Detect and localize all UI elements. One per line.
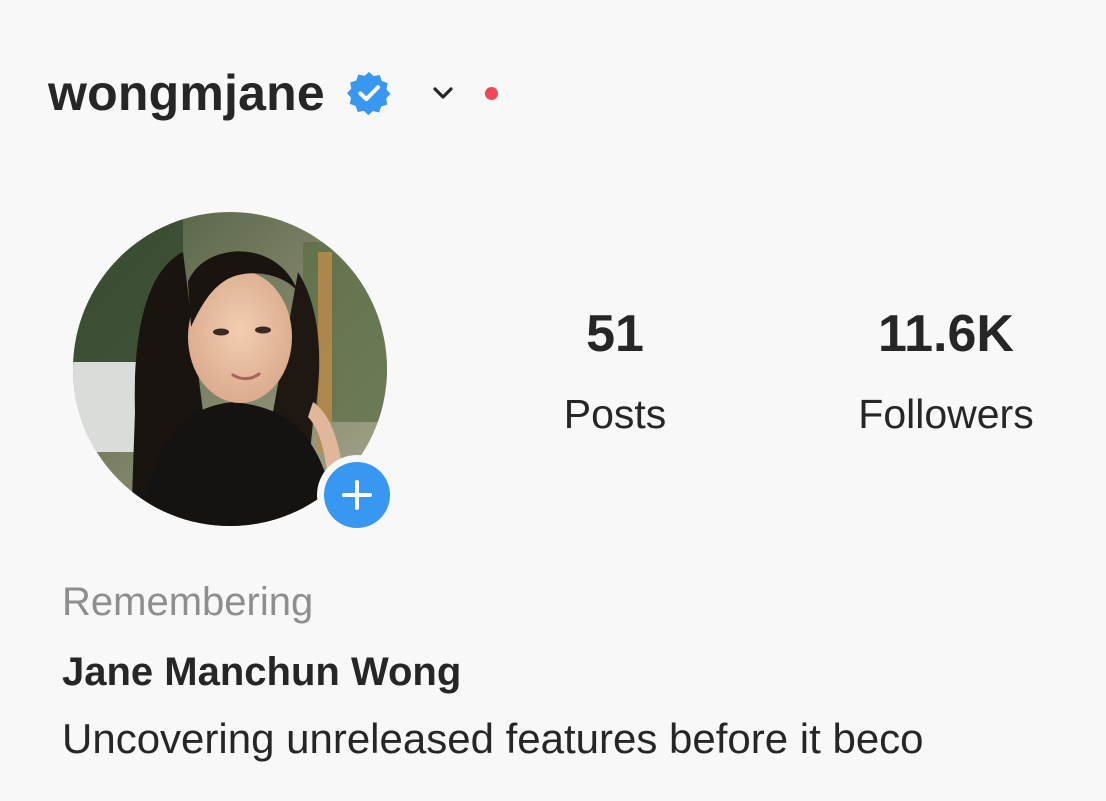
bio-text: Uncovering unreleased features before it… (62, 715, 924, 762)
username[interactable]: wongmjane (48, 68, 325, 118)
profile-screen: wongmjane 51 Posts 11.6K Followers Remem… (0, 0, 1106, 801)
verified-badge-icon (346, 71, 391, 115)
followers-label: Followers (858, 391, 1034, 437)
notification-dot (484, 86, 498, 100)
profile-picture-container (73, 212, 397, 535)
add-story-button[interactable] (317, 455, 397, 535)
followers-count: 11.6K (878, 305, 1014, 363)
posts-stat[interactable]: 51 Posts (540, 308, 690, 435)
memorial-label: Remembering (62, 580, 314, 624)
full-name: Jane Manchun Wong (62, 650, 462, 694)
posts-count: 51 (586, 305, 644, 363)
profile-header: wongmjane (48, 58, 498, 128)
add-story-badge (324, 462, 390, 528)
plus-icon (342, 480, 372, 510)
chevron-down-icon[interactable] (429, 79, 457, 107)
followers-stat[interactable]: 11.6K Followers (826, 308, 1066, 435)
posts-label: Posts (563, 391, 667, 437)
